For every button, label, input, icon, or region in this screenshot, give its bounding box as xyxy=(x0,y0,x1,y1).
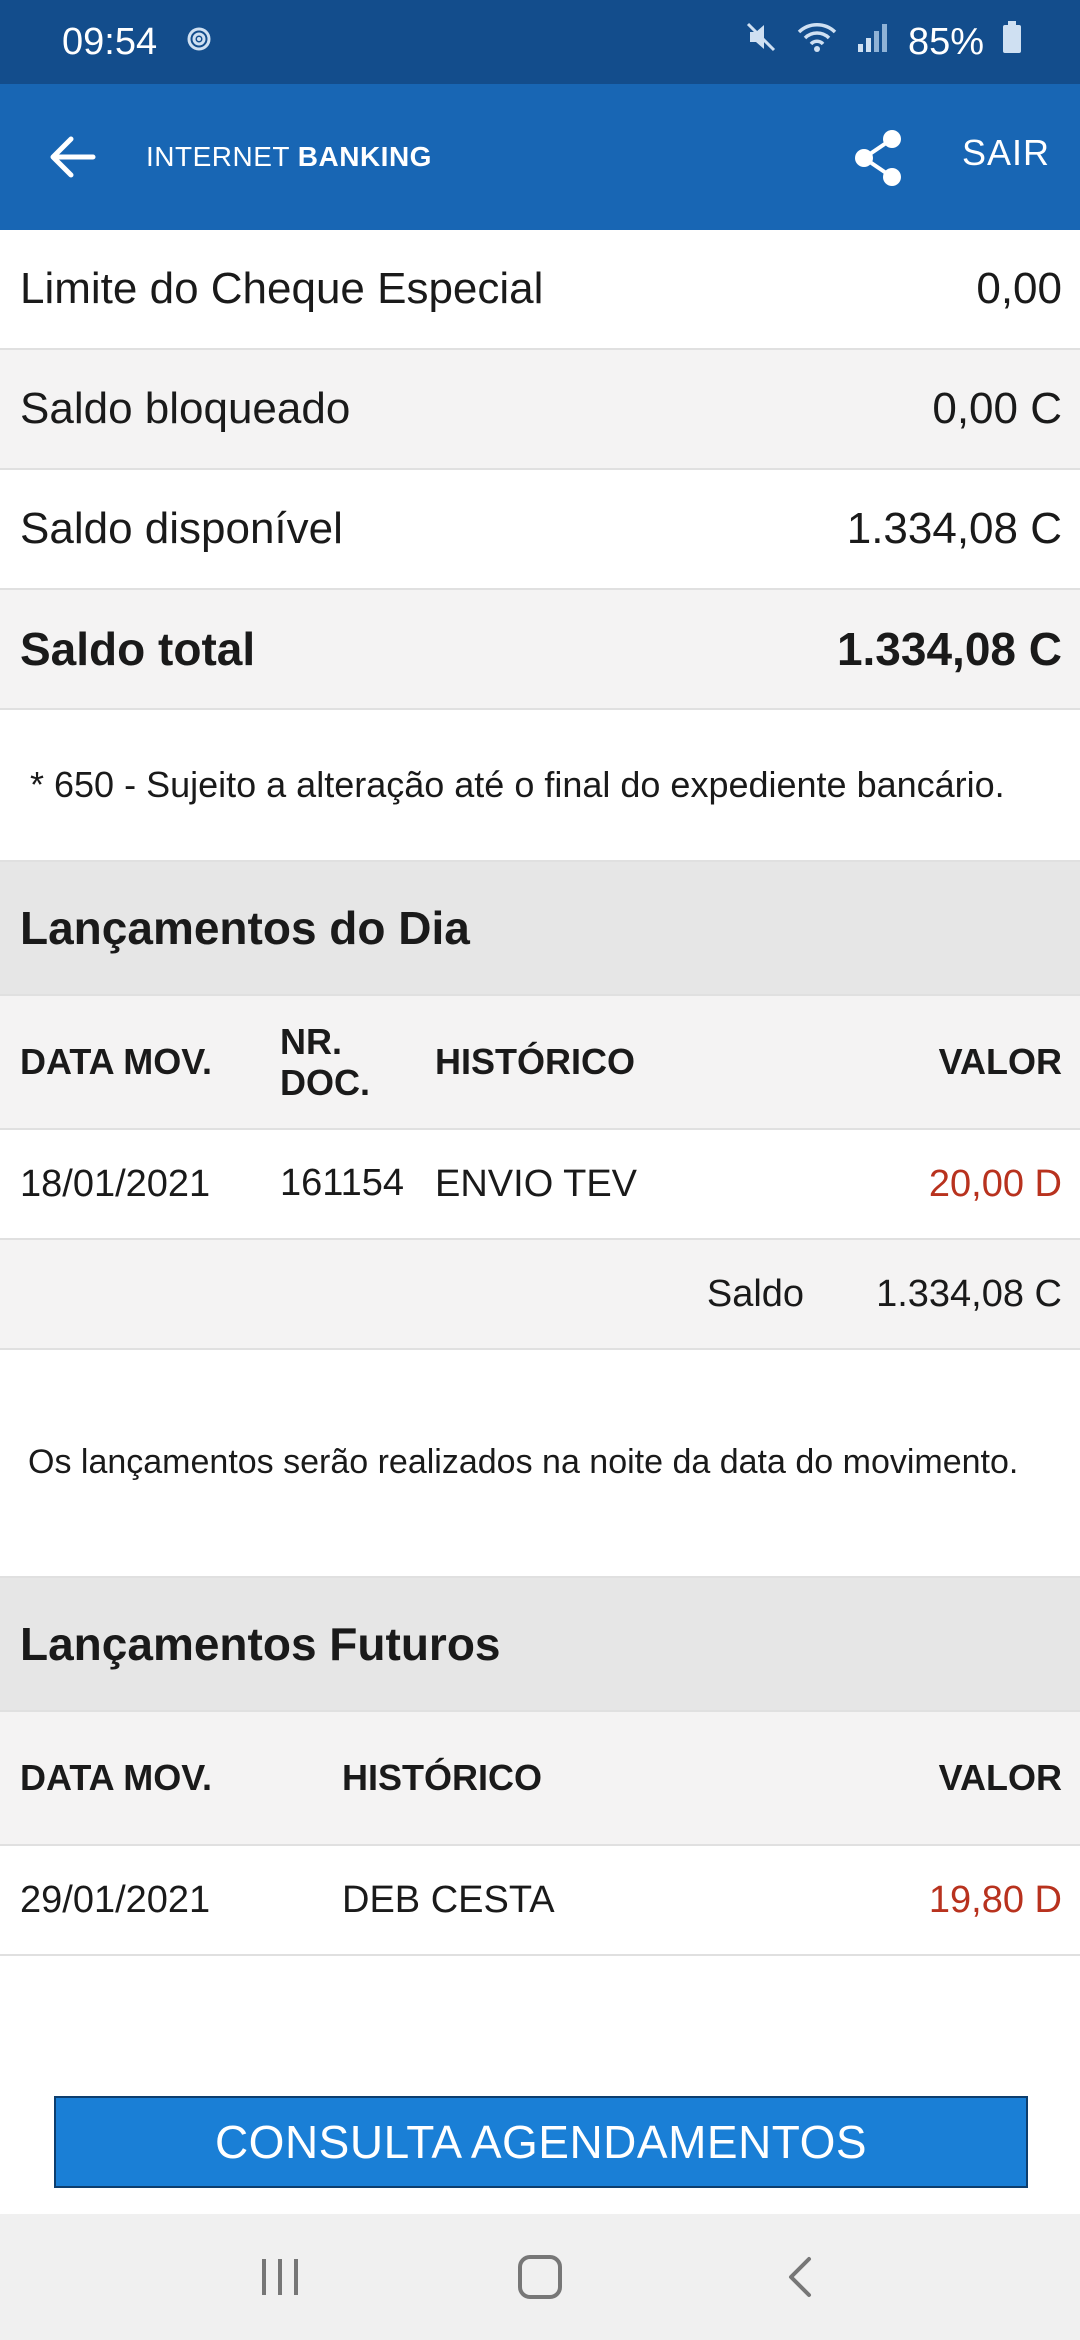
row-date: 18/01/2021 xyxy=(20,1162,211,1205)
balance-row: Saldo disponível 1.334,08 C xyxy=(0,470,1080,590)
table-header: DATA MOV. NR. DOC. HISTÓRICO VALOR xyxy=(0,996,1080,1130)
table-row: 29/01/2021 DEB CESTA 19,80 D xyxy=(0,1846,1080,1956)
row-date: 29/01/2021 xyxy=(20,1878,211,1921)
saldo-label: Saldo xyxy=(706,1272,805,1315)
balance-label: Saldo total xyxy=(20,623,256,675)
system-back-button[interactable] xyxy=(755,2232,845,2322)
home-button[interactable] xyxy=(495,2232,585,2322)
app-title-bold: BANKING xyxy=(297,141,432,172)
row-value: 19,80 D xyxy=(928,1878,1062,1921)
wifi-icon xyxy=(796,20,838,64)
app-bar: INTERNET BANKING SAIR xyxy=(0,84,1080,230)
back-button[interactable] xyxy=(0,84,146,230)
recent-apps-icon xyxy=(262,2259,298,2295)
sair-button[interactable]: SAIR xyxy=(962,132,1050,174)
row-doc: 161154 xyxy=(280,1162,404,1205)
balance-value: 0,00 xyxy=(976,264,1062,313)
balance-label: Saldo bloqueado xyxy=(20,384,351,433)
header-doc: NR. DOC. xyxy=(280,1020,370,1103)
footnote: * 650 - Sujeito a alteração até o final … xyxy=(0,710,1080,862)
saldo-row: Saldo 1.334,08 C xyxy=(0,1240,1080,1350)
consulta-agendamentos-button[interactable]: CONSULTA AGENDAMENTOS xyxy=(54,2096,1028,2188)
balance-label: Saldo disponível xyxy=(20,504,343,553)
home-icon xyxy=(518,2255,562,2299)
app-title-light: INTERNET xyxy=(146,141,298,172)
table-row: 18/01/2021 161154 ENVIO TEV 20,00 D xyxy=(0,1130,1080,1240)
balance-value: 1.334,08 C xyxy=(846,504,1062,553)
info-text: Os lançamentos serão realizados na noite… xyxy=(0,1350,1080,1578)
header-value: VALOR xyxy=(938,1757,1062,1798)
saldo-value: 1.334,08 C xyxy=(876,1272,1062,1315)
row-hist: DEB CESTA xyxy=(342,1878,555,1921)
balance-row: Saldo bloqueado 0,00 C xyxy=(0,350,1080,470)
app-title: INTERNET BANKING xyxy=(146,141,432,173)
back-arrow-icon xyxy=(50,136,96,178)
status-right: 85% xyxy=(744,20,1022,64)
back-icon xyxy=(789,2257,811,2297)
header-value: VALOR xyxy=(938,1041,1062,1082)
content: Limite do Cheque Especial 0,00 Saldo blo… xyxy=(0,230,1080,1956)
table-header: DATA MOV. HISTÓRICO VALOR xyxy=(0,1712,1080,1846)
balance-value: 1.334,08 C xyxy=(836,623,1062,675)
row-hist: ENVIO TEV xyxy=(435,1162,638,1205)
section-title-lancamentos-dia: Lançamentos do Dia xyxy=(0,862,1080,996)
total-balance-row: Saldo total 1.334,08 C xyxy=(0,590,1080,710)
row-value: 20,00 D xyxy=(928,1162,1062,1205)
balance-row: Limite do Cheque Especial 0,00 xyxy=(0,230,1080,350)
hotspot-icon xyxy=(179,21,219,64)
status-left: 09:54 xyxy=(62,21,219,64)
system-nav-bar xyxy=(0,2214,1080,2340)
mute-icon xyxy=(744,20,778,64)
balance-label: Limite do Cheque Especial xyxy=(20,264,544,313)
battery-percent: 85% xyxy=(907,20,984,63)
status-time: 09:54 xyxy=(62,20,158,63)
signal-icon xyxy=(856,20,890,64)
section-title-lancamentos-futuros: Lançamentos Futuros xyxy=(0,1578,1080,1712)
share-icon xyxy=(855,130,901,186)
battery-icon xyxy=(1002,20,1022,64)
status-bar: 09:54 85% xyxy=(0,0,1080,84)
header-hist: HISTÓRICO xyxy=(435,1041,636,1082)
share-button[interactable] xyxy=(840,120,916,196)
recent-apps-button[interactable] xyxy=(235,2232,325,2322)
header-date: DATA MOV. xyxy=(20,1041,213,1082)
header-hist: HISTÓRICO xyxy=(342,1757,543,1798)
header-date: DATA MOV. xyxy=(20,1757,213,1798)
balance-value: 0,00 C xyxy=(932,384,1062,433)
